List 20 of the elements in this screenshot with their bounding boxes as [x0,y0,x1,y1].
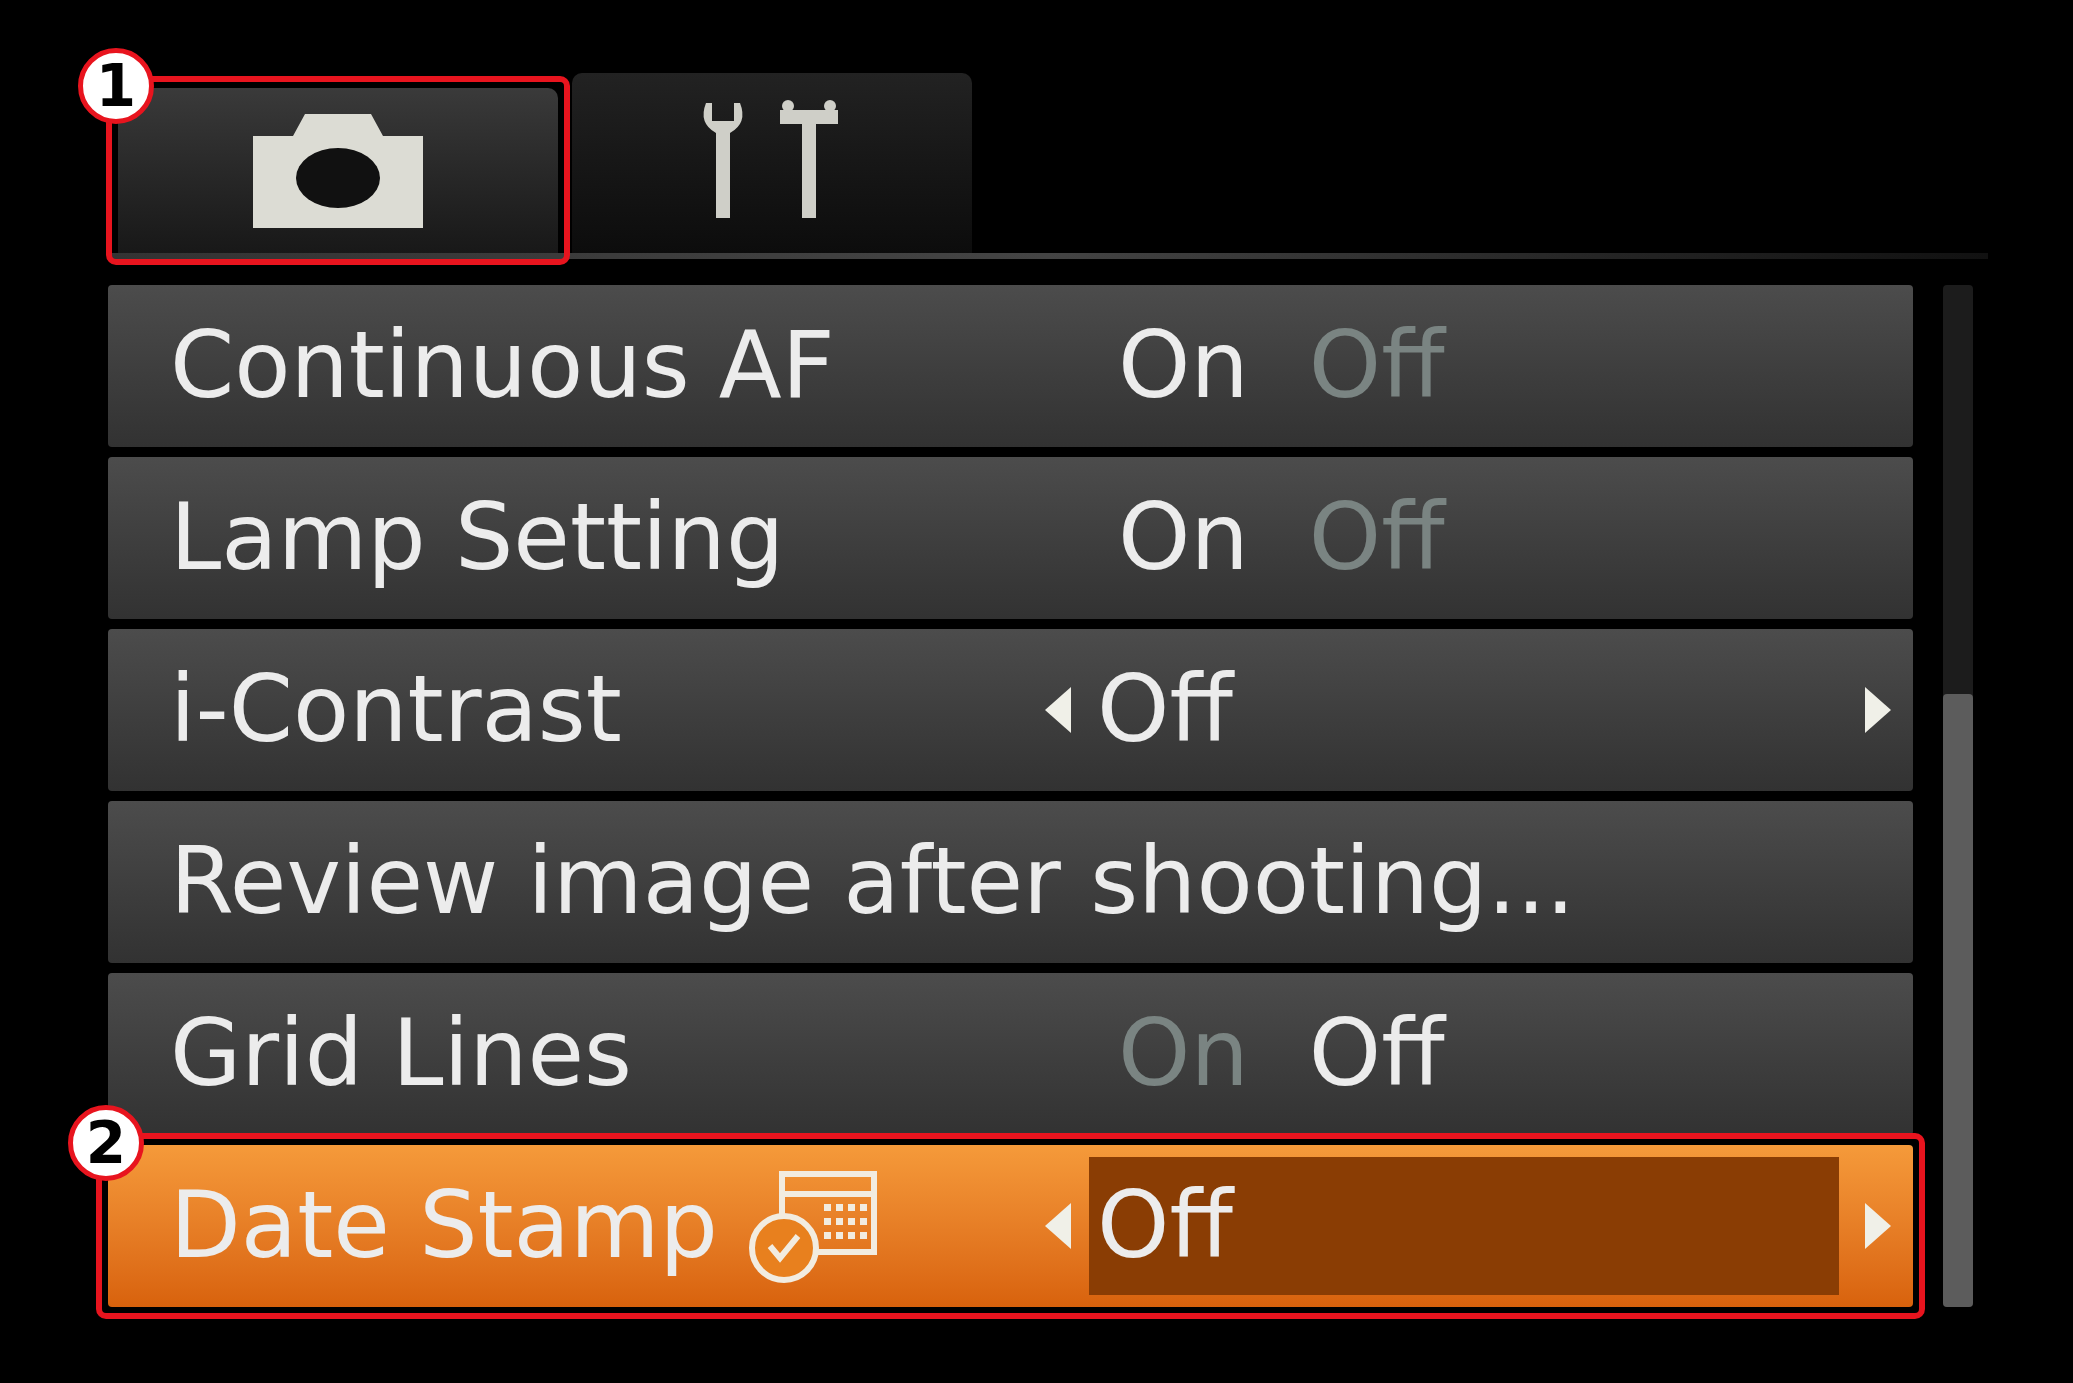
option-label[interactable]: On [1118,320,1249,412]
callout-badge: 1 [78,48,154,124]
menu-tab[interactable] [572,73,972,253]
menu-row[interactable]: Review image after shooting... [108,801,1913,963]
menu-row[interactable]: i-Contrast Off [108,629,1913,791]
menu-row[interactable]: Lamp Setting On Off [108,457,1913,619]
scrollbar[interactable] [1943,285,1973,1307]
menu-label: Continuous AF [170,320,835,412]
option-label[interactable]: On [1118,492,1249,584]
option-label[interactable]: Off [1308,1008,1445,1100]
left-arrow-icon[interactable] [1043,685,1073,735]
menu-label: i-Contrast [170,664,622,756]
value-text: Off [1096,1180,1233,1272]
right-arrow-icon[interactable] [1863,685,1893,735]
value-field[interactable]: Off [1089,1157,1839,1295]
value-text: Off [1096,664,1233,756]
menu-label: Grid Lines [170,1008,632,1100]
value-field[interactable]: Off [1089,641,1839,779]
menu-row[interactable]: Continuous AF On Off [108,285,1913,447]
callout-badge: 2 [68,1105,144,1181]
